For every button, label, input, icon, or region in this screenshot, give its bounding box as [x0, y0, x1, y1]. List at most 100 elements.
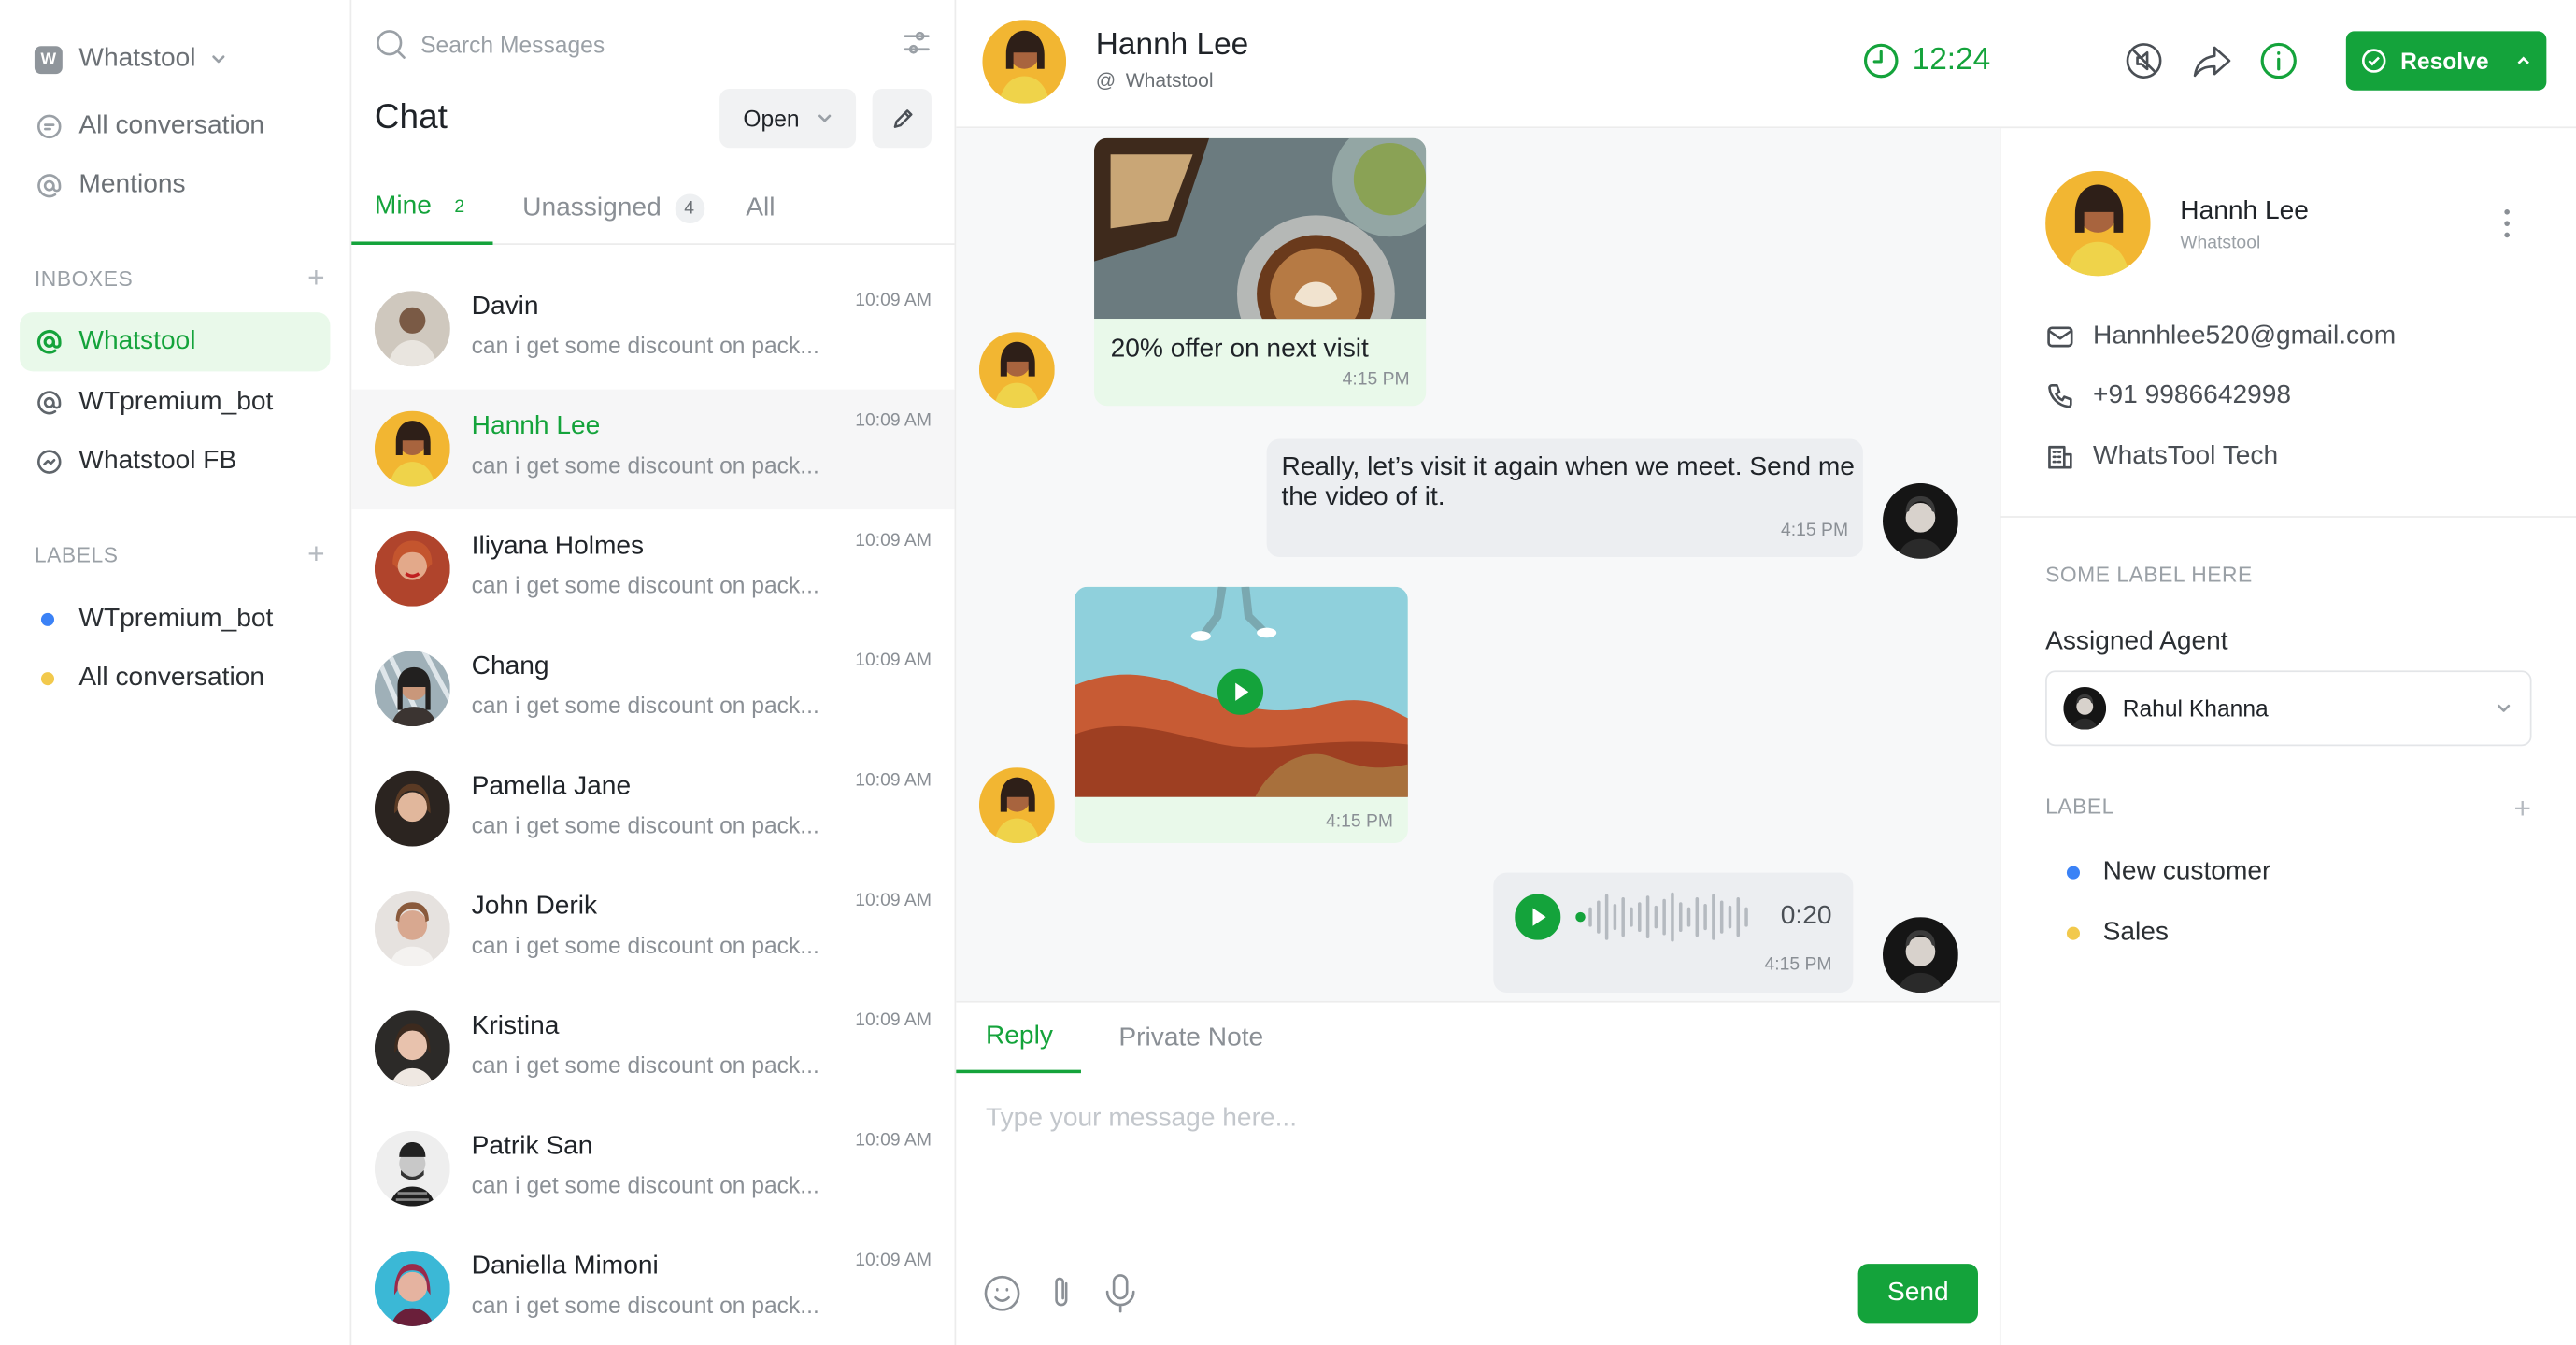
search-icon [377, 30, 406, 59]
add-label-icon[interactable]: + [307, 539, 325, 569]
workspace-switcher[interactable]: W Whatstool [34, 43, 229, 76]
sidebar-label-wtpremium-bot[interactable]: WTpremium_bot [20, 590, 330, 649]
mute-icon[interactable] [2124, 41, 2163, 80]
audio-message-bubble[interactable]: 0:20 4:15 PM [1493, 872, 1854, 994]
assigned-agent-select[interactable]: Rahul Khanna [2045, 670, 2532, 747]
contact-phone[interactable]: +91 9986642998 [2045, 381, 2291, 411]
microphone-icon[interactable] [1103, 1272, 1139, 1315]
workspace-logo: W [34, 45, 63, 74]
timer-value: 12:24 [1912, 42, 1991, 78]
inbox-name: Whatstool [1125, 68, 1214, 93]
phone-value: +91 9986642998 [2093, 380, 2292, 409]
status-filter-dropdown[interactable]: Open [719, 88, 857, 149]
label-color-dot [40, 612, 55, 626]
message-preview: can i get some discount on pack... [471, 451, 819, 479]
building-icon [2048, 445, 2072, 469]
chat-list-item[interactable]: Hannh Lee can i get some discount on pac… [351, 389, 955, 510]
avatar [374, 890, 450, 966]
add-inbox-icon[interactable]: + [307, 263, 325, 293]
tab-unassigned[interactable]: Unassigned 4 [522, 171, 704, 245]
avatar[interactable] [982, 20, 1067, 104]
chevron-down-icon [818, 114, 831, 122]
avatar [978, 332, 1055, 408]
sidebar-label-all-conversation[interactable]: All conversation [20, 650, 330, 708]
nav-label: All conversation [78, 111, 265, 140]
sidebar-item-whatstool-fb[interactable]: Whatstool FB [20, 432, 330, 491]
contact-label-item[interactable]: New customer [2066, 858, 2270, 888]
contact-company: WhatsTool Tech [2045, 442, 2278, 472]
sidebar-item-whatstool[interactable]: Whatstool [20, 312, 331, 372]
inboxes-section-header: INBOXES + [35, 263, 325, 293]
nav-mentions[interactable]: Mentions [20, 156, 330, 215]
chat-list-item[interactable]: Iliyana Holmes can i get some discount o… [351, 509, 954, 629]
nav-all-conversation[interactable]: All conversation [20, 97, 330, 156]
company-value: WhatsTool Tech [2093, 441, 2279, 470]
message-bubble-incoming[interactable]: 4:15 PM [1074, 586, 1408, 844]
contact-name: Daniella Mimoni [471, 1252, 659, 1281]
play-icon[interactable] [1515, 894, 1561, 940]
tab-mine[interactable]: Mine 2 [351, 171, 493, 245]
info-icon[interactable] [2259, 41, 2298, 80]
avatar [374, 410, 450, 487]
filter-icon[interactable] [904, 30, 930, 56]
chat-list-item[interactable]: John Derik can i get some discount on pa… [351, 869, 954, 989]
chevron-up-icon[interactable] [2515, 52, 2532, 69]
chat-list-item[interactable]: Daniella Mimoni can i get some discount … [351, 1229, 954, 1345]
agent-name: Rahul Khanna [2122, 694, 2269, 722]
message-thread: 20% offer on next visit 4:15 PM Really, … [956, 128, 2000, 1001]
label-name: Sales [2102, 918, 2169, 947]
message-bubble-outgoing[interactable]: Really, let’s visit it again when we mee… [1266, 438, 1863, 558]
forward-icon[interactable] [2192, 41, 2235, 80]
labels-title: LABELS [34, 541, 119, 566]
contact-email[interactable]: Hannhlee520@gmail.com [2045, 322, 2396, 352]
attachment-icon[interactable] [1044, 1274, 1080, 1313]
avatar [374, 651, 450, 727]
waveform-icon[interactable] [1575, 889, 1772, 945]
avatar [374, 291, 450, 367]
tab-count-badge: 4 [674, 193, 704, 223]
avatar [374, 1251, 450, 1326]
food-image[interactable] [1094, 137, 1427, 320]
tab-private-note[interactable]: Private Note [1118, 1003, 1263, 1074]
message-preview: can i get some discount on pack... [471, 931, 819, 959]
avatar [374, 770, 450, 847]
chat-list-item[interactable]: Davin can i get some discount on pack...… [351, 269, 954, 389]
contact-name: Iliyana Holmes [471, 532, 645, 561]
phone-icon [2048, 384, 2072, 408]
contact-name: Pamella Jane [471, 772, 632, 801]
message-bubble-incoming[interactable]: 20% offer on next visit 4:15 PM [1094, 137, 1427, 407]
message-time: 10:09 AM [855, 651, 932, 671]
resolve-button[interactable]: Resolve [2345, 31, 2547, 91]
chat-list-item[interactable]: Kristina can i get some discount on pack… [351, 989, 954, 1109]
contact-details-panel: Hannh Lee Whatstool Hannhlee520@gmail.co… [2000, 128, 2576, 1345]
nav-label: Mentions [78, 170, 186, 199]
tab-all[interactable]: All [746, 171, 775, 245]
pencil-icon [892, 108, 912, 128]
messenger-icon [35, 447, 64, 477]
avatar [1883, 482, 1958, 559]
message-preview: can i get some discount on pack... [471, 1171, 819, 1198]
message-time: 10:09 AM [855, 1010, 932, 1031]
emoji-icon[interactable] [982, 1274, 1021, 1313]
resolve-label: Resolve [2400, 47, 2489, 75]
message-time: 4:15 PM [1325, 811, 1394, 832]
add-label-icon[interactable]: + [2514, 794, 2532, 823]
send-button[interactable]: Send [1857, 1264, 1978, 1324]
search-input[interactable]: Search Messages [420, 31, 605, 57]
chat-list-item[interactable]: Chang can i get some discount on pack...… [351, 629, 954, 749]
tab-reply[interactable]: Reply [956, 1003, 1081, 1074]
play-icon[interactable] [1217, 668, 1264, 715]
contact-inbox: Whatstool [2180, 233, 2261, 253]
sidebar-item-wtpremium-bot[interactable]: WTpremium_bot [20, 373, 330, 432]
contact-name: Patrik San [471, 1132, 593, 1161]
contact-label-item[interactable]: Sales [2066, 918, 2169, 949]
chat-list-item[interactable]: Pamella Jane can i get some discount on … [351, 750, 954, 869]
conversation-panel: Hannh Lee @ Whatstool 12:24 Resolve 20% … [956, 0, 2576, 1345]
message-input[interactable]: Type your message here... [986, 1105, 1297, 1135]
chat-list-item[interactable]: Patrik San can i get some discount on pa… [351, 1109, 954, 1229]
more-vertical-icon[interactable] [2500, 207, 2513, 240]
clock-icon [1863, 43, 1899, 79]
message-time: 4:15 PM [1764, 954, 1832, 975]
compose-button[interactable] [872, 88, 932, 149]
search-bar[interactable]: Search Messages [375, 26, 933, 63]
